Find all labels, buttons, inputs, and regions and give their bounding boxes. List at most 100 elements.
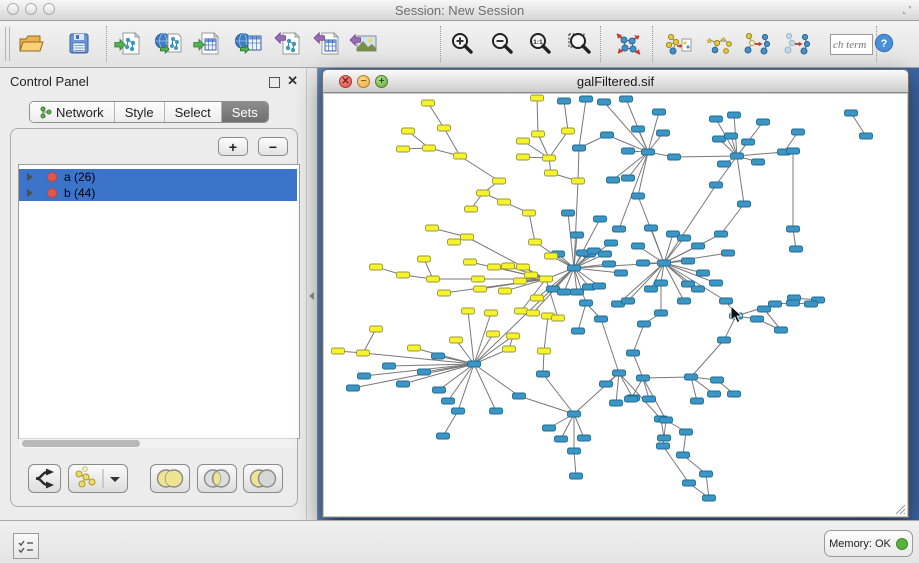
graph-node[interactable] — [580, 96, 593, 102]
help-button[interactable]: ? — [870, 30, 898, 58]
graph-node[interactable] — [537, 371, 550, 377]
graph-node[interactable] — [423, 145, 436, 151]
show-all-button[interactable] — [783, 30, 811, 58]
graph-node[interactable] — [677, 452, 690, 458]
graph-node[interactable] — [572, 328, 585, 334]
tab-sets[interactable]: Sets — [222, 102, 268, 122]
graph-node[interactable] — [572, 178, 585, 184]
graph-node[interactable] — [718, 161, 731, 167]
graph-node[interactable] — [426, 225, 439, 231]
graph-node[interactable] — [769, 301, 782, 307]
graph-node[interactable] — [503, 346, 516, 352]
graph-node[interactable] — [438, 290, 451, 296]
graph-node[interactable] — [645, 286, 658, 292]
graph-node[interactable] — [529, 239, 542, 245]
graph-node[interactable] — [720, 298, 733, 304]
graph-node[interactable] — [718, 337, 731, 343]
graph-node[interactable] — [615, 270, 628, 276]
graph-node[interactable] — [657, 443, 670, 449]
expander-icon[interactable] — [27, 189, 33, 197]
graph-node[interactable] — [787, 148, 800, 154]
set-difference-button[interactable] — [243, 464, 283, 493]
graph-node[interactable] — [488, 264, 501, 270]
graph-node[interactable] — [540, 276, 553, 282]
graph-node[interactable] — [711, 377, 724, 383]
graph-node[interactable] — [397, 381, 410, 387]
graph-node[interactable] — [418, 256, 431, 262]
graph-node[interactable] — [757, 119, 770, 125]
graph-node[interactable] — [515, 308, 528, 314]
graph-node[interactable] — [418, 369, 431, 375]
set-union-button[interactable] — [150, 464, 190, 493]
graph-node[interactable] — [558, 98, 571, 104]
tab-network[interactable]: Network — [30, 102, 115, 122]
graph-node[interactable] — [517, 154, 530, 160]
create-set-from-network-button[interactable] — [68, 464, 128, 493]
graph-node[interactable] — [643, 396, 656, 402]
graph-node[interactable] — [845, 110, 858, 116]
import-table-file-button[interactable] — [193, 30, 221, 58]
graph-node[interactable] — [710, 182, 723, 188]
graph-node[interactable] — [532, 131, 545, 137]
graph-node[interactable] — [570, 473, 583, 479]
float-panel-icon[interactable] — [269, 77, 280, 88]
graph-node[interactable] — [708, 391, 721, 397]
graph-node[interactable] — [728, 391, 741, 397]
export-network-button[interactable] — [274, 30, 302, 58]
graph-node[interactable] — [408, 345, 421, 351]
graph-node[interactable] — [370, 326, 383, 332]
graph-node[interactable] — [514, 278, 527, 284]
graph-node[interactable] — [531, 295, 544, 301]
graph-node[interactable] — [545, 253, 558, 259]
graph-node[interactable] — [538, 348, 551, 354]
fullscreen-icon[interactable] — [901, 4, 913, 16]
graph-node[interactable] — [357, 350, 370, 356]
graph-node[interactable] — [332, 348, 345, 354]
apply-layout-button[interactable] — [614, 30, 642, 58]
graph-node[interactable] — [678, 298, 691, 304]
graph-node[interactable] — [742, 139, 755, 145]
resize-grip-icon[interactable] — [893, 502, 906, 515]
graph-node[interactable] — [632, 126, 645, 132]
graph-node[interactable] — [474, 286, 487, 292]
panel-splitter[interactable] — [306, 68, 318, 520]
graph-node[interactable] — [442, 398, 455, 404]
graph-node[interactable] — [485, 310, 498, 316]
zoom-fit-selected-button[interactable] — [566, 30, 594, 58]
graph-node[interactable] — [637, 260, 650, 266]
zoom-out-button[interactable] — [488, 30, 516, 58]
graph-node[interactable] — [402, 128, 415, 134]
graph-node[interactable] — [758, 306, 771, 312]
graph-node[interactable] — [792, 129, 805, 135]
graph-node[interactable] — [678, 235, 691, 241]
open-file-button[interactable] — [16, 30, 44, 58]
graph-node[interactable] — [625, 396, 638, 402]
graph-node[interactable] — [527, 310, 540, 316]
graph-node[interactable] — [637, 375, 650, 381]
select-first-neighbors-button[interactable] — [704, 30, 732, 58]
graph-node[interactable] — [397, 272, 410, 278]
graph-node[interactable] — [613, 226, 626, 232]
list-item-set-b[interactable]: b (44) — [19, 185, 297, 201]
graph-node[interactable] — [432, 353, 445, 359]
graph-node[interactable] — [697, 270, 710, 276]
scrollbar-thumb[interactable] — [22, 440, 140, 447]
graph-node[interactable] — [498, 199, 511, 205]
graph-node[interactable] — [437, 433, 450, 439]
graph-node[interactable] — [545, 170, 558, 176]
graph-node[interactable] — [683, 480, 696, 486]
graph-node[interactable] — [477, 190, 490, 196]
graph-node[interactable] — [555, 436, 568, 442]
graph-node[interactable] — [691, 398, 704, 404]
search-input[interactable] — [830, 34, 873, 55]
graph-node[interactable] — [607, 177, 620, 183]
graph-node[interactable] — [622, 148, 635, 154]
graph-node[interactable] — [655, 310, 668, 316]
graph-node[interactable] — [622, 298, 635, 304]
graph-node[interactable] — [715, 231, 728, 237]
graph-node[interactable] — [370, 264, 383, 270]
graph-node[interactable] — [601, 132, 614, 138]
expander-icon[interactable] — [27, 173, 33, 181]
graph-node[interactable] — [568, 448, 581, 454]
graph-node[interactable] — [427, 276, 440, 282]
